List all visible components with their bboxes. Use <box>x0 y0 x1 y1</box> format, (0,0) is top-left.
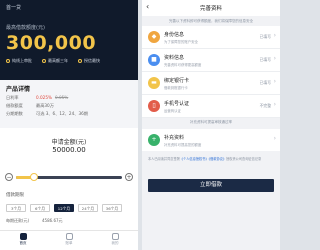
security-notice: 完善以下资料即可获得额度，我们将保障您的信息安全 <box>169 19 253 23</box>
amount-value: 最高30万 <box>36 103 54 108</box>
feature-tag-label: 最高额三年 <box>48 58 68 63</box>
tab-label: 我的 <box>111 241 119 245</box>
item-name: 资料信息 <box>164 55 185 61</box>
feature-tag: 纯线上审批 <box>6 58 32 64</box>
agreement-text: 本人已阅读并同意签署《个人信息授权书》《借款协议》授权贵公司查询征信记录 <box>148 157 274 162</box>
repay-value: 4586.67元 <box>42 218 63 223</box>
apply-amount-section: 申请金额(元) 50000.00 − + <box>0 128 138 190</box>
feature-tag: 最高额三年 <box>42 58 68 64</box>
item-desc: 完善资料可获得更高额度 <box>164 63 202 67</box>
tab-home[interactable]: 首页 <box>0 231 46 250</box>
term-count-value: 可选 3、6、12、24、36期 <box>36 111 88 116</box>
auth-link[interactable]: 《个人信息授权书》 <box>180 157 209 161</box>
bottom-tab-bar: 首页 账单 我的 <box>0 230 138 250</box>
amount-row: 借款额度 最高30万 <box>6 103 132 109</box>
tab-mine[interactable]: 我的 <box>92 231 138 250</box>
max-amount-label: 最高借款额度(元) <box>6 25 45 31</box>
item-desc: 借款到账银行卡 <box>164 86 188 90</box>
bill-icon <box>65 233 73 240</box>
tab-bill[interactable]: 账单 <box>46 231 92 250</box>
phone-icon: ▯ <box>148 100 160 112</box>
feature-tag-label: 纯线上审批 <box>12 58 32 63</box>
term-option[interactable]: 36个月 <box>102 204 122 212</box>
feature-tags: 纯线上审批 最高额三年 授信最快 <box>6 58 100 64</box>
agreement-suffix: 授权贵公司查询征信记录 <box>226 157 262 161</box>
term-option[interactable]: 6个月 <box>30 204 50 212</box>
apply-amount-label: 申请金额(元) <box>51 139 87 146</box>
check-icon <box>42 59 46 63</box>
item-status: 已填写 <box>259 34 271 39</box>
plus-icon: + <box>148 134 160 146</box>
chevron-right-icon: › <box>273 135 276 142</box>
chevron-right-icon: › <box>273 55 276 62</box>
amount-slider-thumb[interactable] <box>30 173 39 181</box>
product-title: 产品详情 <box>6 86 31 93</box>
repay-label: 每期还款(元) <box>6 218 30 223</box>
profile-item-phone[interactable]: ▯ 手机号认证 运营商认证 不完整 › <box>142 95 280 118</box>
term-row: 分期期数 可选 3、6、12、24、36期 <box>6 111 132 117</box>
app-title: 首一贷 <box>6 5 22 11</box>
item-name: 绑定银行卡 <box>164 78 190 84</box>
term-options: 3个月 6个月 12个月 24个月 36个月 <box>6 204 122 212</box>
chevron-right-icon: › <box>273 32 276 39</box>
check-icon <box>78 59 82 63</box>
bank-card-icon: ▬ <box>148 77 160 89</box>
loan-term-section: 借款期限 3个月 6个月 12个月 24个月 36个月 每期还款(元) 4586… <box>0 190 138 226</box>
agreement-prefix: 本人已阅读并同意签署 <box>148 157 180 161</box>
item-name: 身份信息 <box>164 32 185 38</box>
repay-row: 每期还款(元) 4586.67元 <box>6 218 132 224</box>
profile-item-info[interactable]: ■ 资料信息 完善资料可获得更高额度 已填写 › <box>142 49 280 72</box>
profile-item-identity[interactable]: ◆ 身份信息 为了保障您的账户安全 已填写 › <box>142 26 280 49</box>
rate-row: 日利率 0.025% 0.05% <box>6 95 132 101</box>
profile-items: ◆ 身份信息 为了保障您的账户安全 已填写 › ■ 资料信息 完善资料可获得更高… <box>142 26 280 118</box>
amount-label: 借款额度 <box>6 103 23 108</box>
check-icon <box>6 59 10 63</box>
rate-value: 0.025% <box>36 95 52 100</box>
tab-label: 首页 <box>19 241 27 245</box>
left-screen: 首一贷 最高借款额度(元) 300,000 纯线上审批 最高额三年 授信最快 产… <box>0 0 138 250</box>
supplement-label: 补充资料可提高审核通过率 <box>190 120 232 124</box>
feature-tag: 授信最快 <box>78 58 100 64</box>
nav-header: ‹ 完善资料 <box>142 0 280 16</box>
apply-amount-value: 50000.00 <box>52 146 86 154</box>
item-desc: 为了保障您的账户安全 <box>164 40 198 44</box>
rate-old: 0.05% <box>54 95 69 100</box>
item-desc: 补充资料可提高您的额度 <box>164 143 202 147</box>
hero-banner: 首一贷 最高借款额度(元) 300,000 纯线上审批 最高额三年 授信最快 <box>0 0 138 80</box>
max-amount-value: 300,000 <box>6 32 97 54</box>
rate-label: 日利率 <box>6 95 19 100</box>
loan-term-label: 借款期限 <box>6 193 24 198</box>
borrow-now-button[interactable]: 立即借款 <box>148 179 274 192</box>
chevron-right-icon: › <box>273 101 276 108</box>
user-icon <box>111 233 119 240</box>
item-status: 已填写 <box>259 80 271 85</box>
item-desc: 运营商认证 <box>164 109 181 113</box>
term-option[interactable]: 12个月 <box>54 204 74 212</box>
term-option[interactable]: 24个月 <box>78 204 98 212</box>
supplement-row: + 补充资料 补充资料可提高您的额度 › <box>142 129 280 152</box>
right-screen: ‹ 完善资料 完善以下资料即可获得额度，我们将保障您的信息安全 ◆ 身份信息 为… <box>142 0 280 250</box>
page-title: 完善资料 <box>199 6 222 12</box>
product-details: 产品详情 日利率 0.025% 0.05% 借款额度 最高30万 分期期数 可选 … <box>0 80 138 128</box>
decrease-amount-button[interactable]: − <box>5 173 13 181</box>
feature-tag-label: 授信最快 <box>84 58 100 63</box>
tab-label: 账单 <box>65 241 73 245</box>
item-name: 手机号认证 <box>164 101 190 107</box>
item-status: 已填写 <box>259 57 271 62</box>
term-count-label: 分期期数 <box>6 111 23 116</box>
item-name: 补充资料 <box>164 135 185 141</box>
loan-agreement-link[interactable]: 《借款协议》 <box>209 157 227 161</box>
document-icon: ■ <box>148 54 160 66</box>
profile-item-bank-card[interactable]: ▬ 绑定银行卡 借款到账银行卡 已填写 › <box>142 72 280 95</box>
term-option[interactable]: 3个月 <box>6 204 26 212</box>
item-status: 不完整 <box>259 103 271 108</box>
supplement-item[interactable]: + 补充资料 补充资料可提高您的额度 › <box>142 129 280 151</box>
chevron-right-icon: › <box>273 78 276 85</box>
increase-amount-button[interactable]: + <box>125 173 133 181</box>
id-card-icon: ◆ <box>148 31 160 43</box>
home-icon <box>19 233 27 240</box>
